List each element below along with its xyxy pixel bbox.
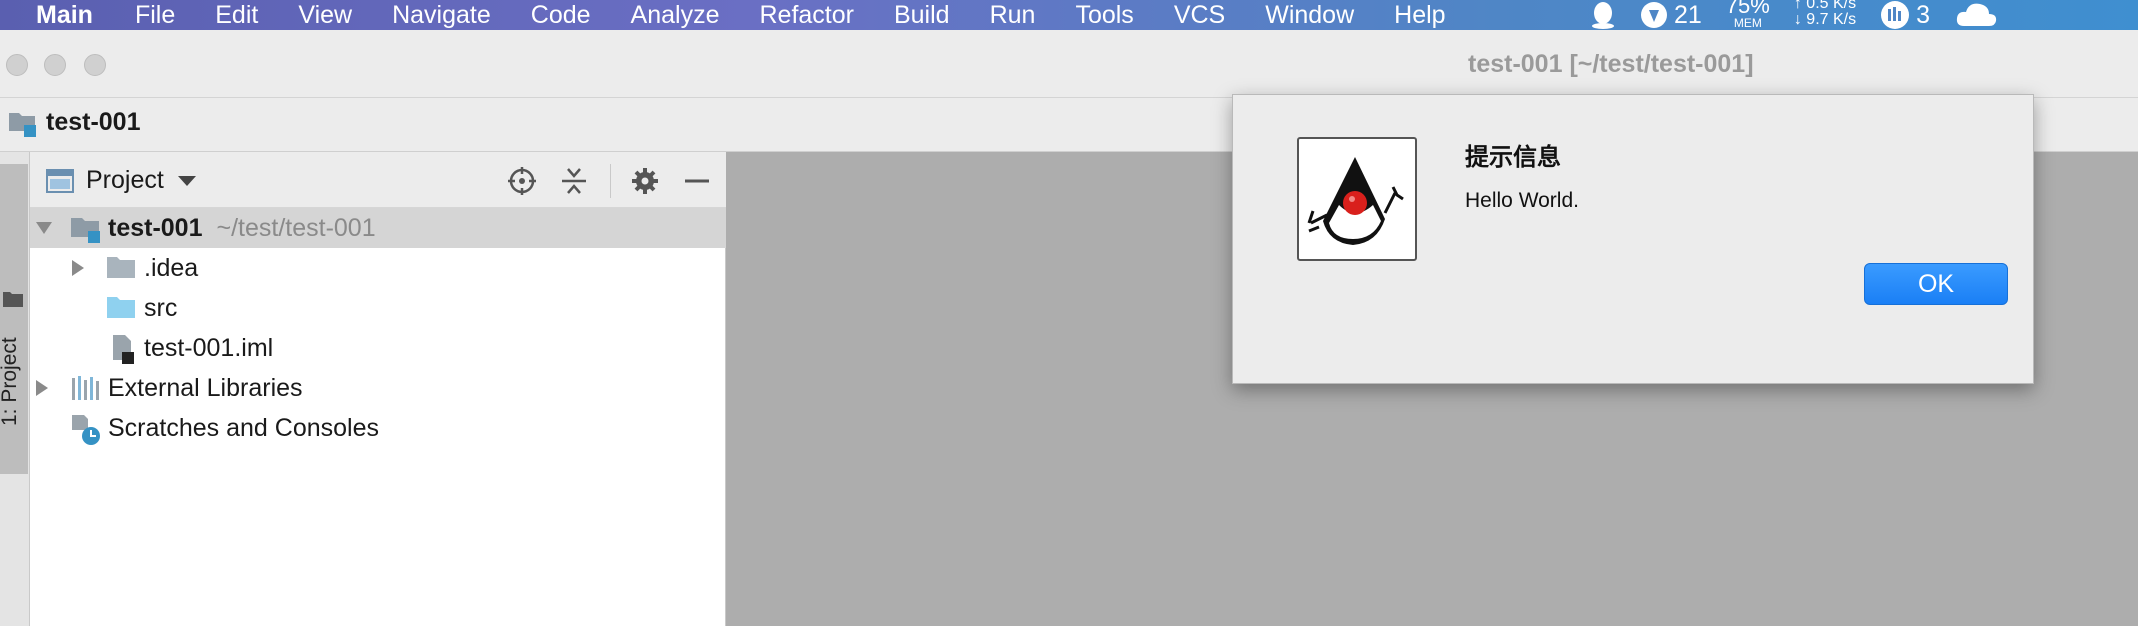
- menu-help[interactable]: Help: [1374, 0, 1465, 30]
- stats-icon: [1881, 1, 1910, 29]
- window-icon: [46, 168, 74, 193]
- menu-view[interactable]: View: [278, 0, 372, 30]
- shield-icon: [1641, 2, 1667, 28]
- mem-label: MEM: [1733, 16, 1762, 30]
- message-dialog: 提示信息 Hello World. OK: [1232, 94, 2034, 384]
- tree-label-external-libraries: External Libraries: [108, 374, 303, 402]
- crosshair-icon: [508, 167, 536, 195]
- menu-tools[interactable]: Tools: [1055, 0, 1153, 30]
- project-tree: test-001 ~/test/test-001 .idea src test-0…: [30, 208, 726, 448]
- window-zoom-button[interactable]: [84, 54, 106, 76]
- net-down: ↓ 9.7 K/s: [1793, 11, 1857, 28]
- window-title: test-001 [~/test/test-001]: [1468, 50, 1754, 78]
- chevron-down-icon: [177, 175, 196, 186]
- status-badge[interactable]: 21: [1640, 1, 1702, 30]
- java-duke-logo: [1297, 137, 1417, 261]
- project-root-label: test-001 ~/test/test-001: [108, 214, 376, 243]
- folder-icon: [3, 292, 23, 307]
- menu-app-name[interactable]: Main: [0, 0, 115, 30]
- ok-button[interactable]: OK: [1864, 263, 2008, 305]
- status-area: 21 75% MEM ↑ 0.5 K/s ↓ 9.7 K/s 3: [1590, 0, 2022, 30]
- tree-node-iml[interactable]: test-001.iml: [30, 328, 726, 368]
- menu-edit[interactable]: Edit: [195, 0, 278, 30]
- collapse-all-button[interactable]: [558, 165, 590, 197]
- project-tool-tab-label: 1: Project: [0, 337, 21, 426]
- window-close-button[interactable]: [6, 54, 28, 76]
- dialog-message: Hello World.: [1465, 189, 1579, 212]
- window-minimize-button[interactable]: [44, 54, 66, 76]
- settings-button[interactable]: [629, 165, 661, 197]
- duke-icon: [1307, 157, 1404, 245]
- tree-node-project-root[interactable]: test-001 ~/test/test-001: [30, 208, 726, 248]
- collapsed-arrow-icon[interactable]: [36, 380, 48, 396]
- minus-icon: [685, 179, 709, 183]
- project-tool-tab[interactable]: 1: Project: [0, 164, 28, 474]
- menu-run[interactable]: Run: [970, 0, 1056, 30]
- menu-bar: Main File Edit View Navigate Code Analyz…: [0, 0, 2138, 30]
- menu-list: Main File Edit View Navigate Code Analyz…: [0, 0, 1466, 30]
- locate-button[interactable]: [506, 165, 538, 197]
- project-panel: Project test-001 ~/test/test-001 .idea s…: [30, 152, 726, 626]
- tree-label-iml: test-001.iml: [144, 334, 274, 362]
- mem-percent: 75%: [1725, 0, 1770, 18]
- tree-node-src[interactable]: src: [30, 288, 726, 328]
- project-root-name: test-001: [108, 214, 203, 242]
- project-folder-icon: [71, 218, 100, 243]
- menu-vcs[interactable]: VCS: [1154, 0, 1245, 30]
- folder-icon: [107, 257, 135, 278]
- memory-indicator[interactable]: 75% MEM: [1725, 0, 1770, 30]
- cloud-icon[interactable]: [1954, 0, 1998, 30]
- menu-code[interactable]: Code: [511, 0, 611, 30]
- module-file-icon: [113, 335, 134, 364]
- project-folder-icon: [9, 112, 36, 137]
- collapsed-arrow-icon[interactable]: [72, 260, 84, 276]
- collapse-icon: [562, 168, 586, 194]
- tree-label-idea: .idea: [144, 254, 199, 282]
- project-view-selector[interactable]: Project: [46, 166, 196, 195]
- project-panel-header: Project: [30, 152, 726, 208]
- extra-count: 3: [1916, 0, 1931, 29]
- breadcrumb-project: test-001: [46, 108, 141, 136]
- tree-node-scratches[interactable]: Scratches and Consoles: [30, 408, 726, 448]
- badge-count: 21: [1674, 0, 1702, 29]
- breadcrumb[interactable]: test-001: [8, 108, 141, 137]
- menu-file[interactable]: File: [115, 0, 195, 30]
- tree-label-scratches: Scratches and Consoles: [108, 414, 379, 442]
- menu-window[interactable]: Window: [1245, 0, 1374, 30]
- expand-arrow-icon[interactable]: [36, 222, 52, 234]
- library-icon: [72, 376, 99, 400]
- gear-icon: [632, 168, 658, 194]
- tree-node-external-libraries[interactable]: External Libraries: [30, 368, 726, 408]
- tree-node-idea[interactable]: .idea: [30, 248, 726, 288]
- istat-menu[interactable]: 3: [1880, 0, 1930, 30]
- menu-build[interactable]: Build: [874, 0, 970, 30]
- title-bar: test-001 [~/test/test-001]: [0, 30, 2138, 98]
- qq-icon[interactable]: [1590, 1, 1616, 29]
- menu-analyze[interactable]: Analyze: [611, 0, 740, 30]
- tree-label-src: src: [144, 294, 178, 322]
- tool-window-strip: 1: Project: [0, 152, 30, 626]
- menu-navigate[interactable]: Navigate: [372, 0, 511, 30]
- scratches-icon: [72, 415, 100, 445]
- menu-refactor[interactable]: Refactor: [739, 0, 873, 30]
- source-folder-icon: [107, 297, 135, 318]
- project-view-label: Project: [86, 166, 164, 194]
- project-root-path: ~/test/test-001: [216, 214, 376, 242]
- dialog-title: 提示信息: [1465, 144, 1561, 171]
- network-speed[interactable]: ↑ 0.5 K/s ↓ 9.7 K/s: [1794, 0, 1856, 28]
- hide-panel-button[interactable]: [681, 165, 713, 197]
- toolbar-divider: [610, 164, 611, 198]
- project-panel-toolbar: [506, 164, 733, 198]
